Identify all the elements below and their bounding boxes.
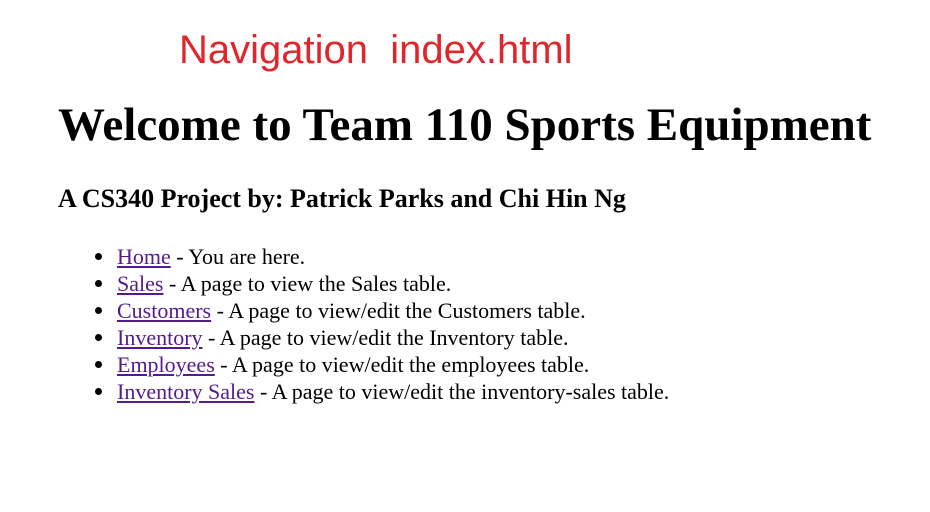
home-link[interactable]: Home	[117, 244, 171, 269]
page-subtitle: A CS340 Project by: Patrick Parks and Ch…	[58, 184, 626, 213]
nav-item-description: - A page to view/edit the Inventory tabl…	[202, 325, 569, 350]
bullet-icon	[95, 253, 102, 260]
inventory-link[interactable]: Inventory	[117, 325, 203, 350]
nav-item-description: - A page to view/edit the inventory-sale…	[254, 379, 670, 404]
nav-item-home: Home - You are here.	[95, 243, 669, 270]
page: Navigation index.html Welcome to Team 11…	[0, 0, 930, 512]
customers-link[interactable]: Customers	[117, 298, 211, 323]
bullet-icon	[95, 334, 102, 341]
caption-annotation: Navigation index.html	[179, 28, 573, 72]
sales-link[interactable]: Sales	[117, 271, 163, 296]
page-title: Welcome to Team 110 Sports Equipment	[58, 99, 872, 151]
nav-item-description: - A page to view the Sales table.	[163, 271, 452, 296]
nav-item-description: - You are here.	[170, 244, 306, 269]
bullet-icon	[95, 307, 102, 314]
inventory-sales-link[interactable]: Inventory Sales	[117, 379, 254, 404]
employees-link[interactable]: Employees	[117, 352, 215, 377]
nav-item-sales: Sales - A page to view the Sales table.	[95, 270, 669, 297]
bullet-icon	[95, 388, 102, 395]
nav-item-inventory-sales: Inventory Sales - A page to view/edit th…	[95, 378, 670, 405]
nav-list: Home - You are here. Sales - A page to v…	[95, 243, 670, 405]
nav-item-description: - A page to view/edit the Customers tabl…	[211, 298, 586, 323]
nav-item-inventory: Inventory - A page to view/edit the Inve…	[95, 324, 669, 351]
nav-item-employees: Employees - A page to view/edit the empl…	[95, 351, 669, 378]
nav-item-customers: Customers - A page to view/edit the Cust…	[95, 297, 669, 324]
nav-item-description: - A page to view/edit the employees tabl…	[214, 352, 590, 377]
bullet-icon	[95, 361, 102, 368]
bullet-icon	[95, 280, 102, 287]
